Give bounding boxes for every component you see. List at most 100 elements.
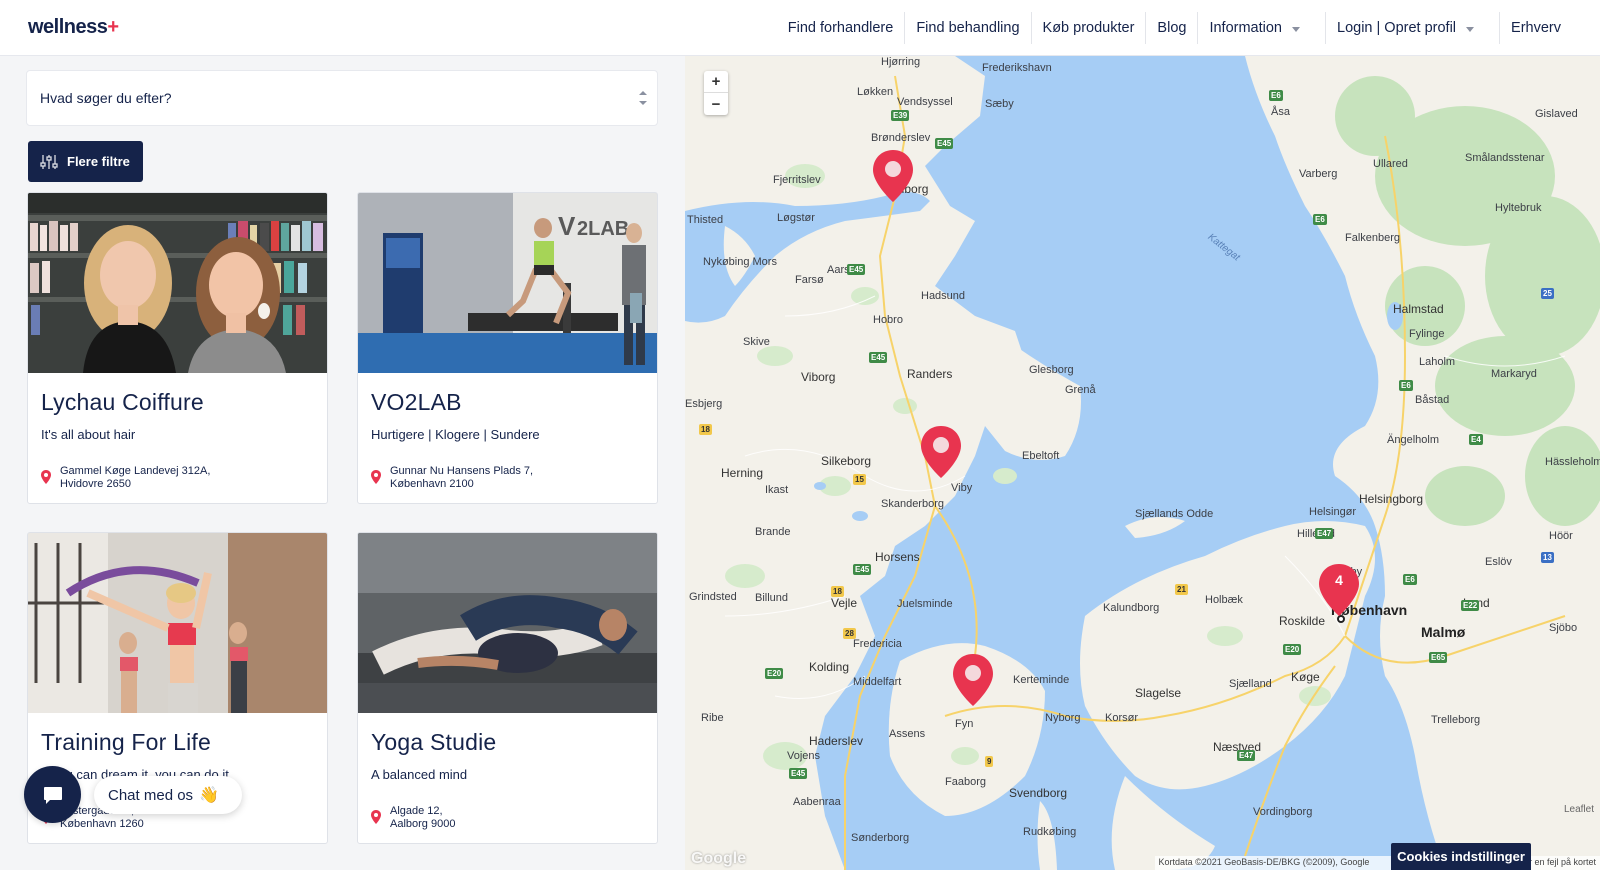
clinic-tagline: A balanced mind xyxy=(371,767,468,782)
map-marker[interactable] xyxy=(871,148,915,204)
map-label: Trelleborg xyxy=(1431,714,1481,726)
address-line: Gammel Køge Landevej 312A, xyxy=(60,465,211,477)
nav-information[interactable]: Information xyxy=(1197,12,1311,44)
nav-login[interactable]: Login | Opret profil xyxy=(1325,12,1485,44)
map-label: Smålandsstenar xyxy=(1465,152,1545,164)
chat-prompt[interactable]: Chat med os 👋 xyxy=(94,776,242,814)
clinic-address: Algade 12, Aalborg 9000 xyxy=(390,805,455,831)
map-label: Løkken xyxy=(857,86,894,98)
nav-erhverv[interactable]: Erhverv xyxy=(1499,12,1572,44)
map-label: Sønderborg xyxy=(851,832,910,844)
road-shield: E20 xyxy=(1283,644,1302,655)
map-label: Korsør xyxy=(1105,712,1138,724)
clinic-card[interactable]: Yoga Studie A balanced mind Algade 12, Aa… xyxy=(357,532,658,844)
map-label: Juelsminde xyxy=(897,598,953,610)
map-label: Billund xyxy=(755,592,789,604)
cluster-pin-icon xyxy=(1319,564,1359,616)
map[interactable]: + − Hjørring Frederikshavn Løkken Vendsy… xyxy=(685,56,1600,870)
chevron-down-icon xyxy=(1466,26,1475,32)
map-label: Nyborg xyxy=(1045,712,1081,724)
clinic-tagline: Hurtigere | Klogere | Sundere xyxy=(371,427,540,442)
clinic-title[interactable]: VO2LAB xyxy=(371,389,462,416)
nav-find-forhandlere[interactable]: Find forhandlere xyxy=(777,12,905,44)
map-label: Fyn xyxy=(955,718,974,730)
map-label: Ängelholm xyxy=(1387,434,1439,446)
map-label: Hyltebruk xyxy=(1495,202,1542,214)
map-label: Skanderborg xyxy=(881,498,944,510)
clinic-title[interactable]: Lychau Coiffure xyxy=(41,389,204,416)
map-label: Thisted xyxy=(687,214,724,226)
nav-label: Information xyxy=(1209,20,1282,36)
road-shield: E4 xyxy=(1469,434,1483,445)
map-label: Ebeltoft xyxy=(1022,450,1060,462)
road-shield: 28 xyxy=(843,628,856,639)
map-label: Vendsyssel xyxy=(897,96,953,108)
address-line: Aalborg 9000 xyxy=(390,818,456,830)
road-shield: E45 xyxy=(853,564,872,575)
map-label: Brande xyxy=(755,526,791,538)
map-label: Grindsted xyxy=(689,591,737,603)
clinic-address: Gunnar Nu Hansens Plads 7, København 2100 xyxy=(390,465,533,491)
search-select[interactable]: Hvad søger du efter? xyxy=(26,70,658,126)
road-shield: E45 xyxy=(847,264,866,275)
map-label: Grenå xyxy=(1065,384,1096,396)
clinic-image xyxy=(28,533,327,713)
search-select-value: Hvad søger du efter? xyxy=(40,90,172,106)
clinic-image xyxy=(358,533,657,713)
map-attribution: Kortdata ©2021 GeoBasis-DE/BKG (©2009), … xyxy=(1154,856,1600,870)
clinic-title[interactable]: Training For Life xyxy=(41,729,211,756)
more-filters-button[interactable]: Flere filtre xyxy=(28,141,143,182)
map-label: Hässleholm xyxy=(1545,456,1600,468)
main-nav: Find forhandlere Find behandling Køb pro… xyxy=(777,0,1572,56)
map-label: Holbæk xyxy=(1205,594,1243,606)
map-label: Haderslev xyxy=(809,734,864,748)
map-label: Eslöv xyxy=(1485,556,1512,568)
address-line: Algade 12, xyxy=(390,805,443,817)
nav-koeb-produkter[interactable]: Køb produkter xyxy=(1030,12,1146,44)
more-filters-label: Flere filtre xyxy=(67,154,130,169)
nav-label: Erhverv xyxy=(1511,20,1561,36)
nav-label: Blog xyxy=(1157,20,1187,36)
zoom-in-button[interactable]: + xyxy=(704,71,728,93)
map-label: Gislaved xyxy=(1535,108,1578,120)
map-label: Sjælland xyxy=(1229,678,1272,690)
map-label: Farsø xyxy=(795,274,824,286)
nav-label: Køb produkter xyxy=(1042,20,1135,36)
zoom-out-button[interactable]: − xyxy=(704,93,728,115)
map-label: Ribe xyxy=(701,712,724,724)
road-shield: E6 xyxy=(1269,90,1283,101)
site-header: wellness+ Find forhandlere Find behandli… xyxy=(0,0,1600,56)
nav-find-behandling[interactable]: Find behandling xyxy=(904,12,1030,44)
map-label: Glesborg xyxy=(1029,364,1074,376)
road-shield: 25 xyxy=(1541,288,1554,299)
road-shield: 21 xyxy=(1175,584,1188,595)
map-marker[interactable] xyxy=(919,424,963,480)
road-shield: E45 xyxy=(935,138,954,149)
clinic-image: V 2LAB xyxy=(358,193,657,373)
clinic-title[interactable]: Yoga Studie xyxy=(371,729,496,756)
svg-text:2LAB: 2LAB xyxy=(577,218,629,240)
map-label: Horsens xyxy=(875,550,920,564)
nav-blog[interactable]: Blog xyxy=(1145,12,1197,44)
road-shield: E47 xyxy=(1237,750,1256,761)
map-label: Vejle xyxy=(831,596,858,610)
clinic-card[interactable]: V 2LAB VO2LAB Hurtigere | Klogere | Sund… xyxy=(357,192,658,504)
map-label: Vojens xyxy=(787,750,821,762)
sliders-icon xyxy=(40,154,58,169)
map-marker[interactable] xyxy=(951,652,995,708)
brand-logo[interactable]: wellness+ xyxy=(28,16,119,39)
map-cluster-marker[interactable]: 4 xyxy=(1317,562,1361,618)
clinic-card[interactable]: Lychau Coiffure It's all about hair Gamm… xyxy=(27,192,328,504)
map-label: Höör xyxy=(1549,530,1573,542)
map-label: Frederikshavn xyxy=(982,62,1052,74)
location-pin-icon xyxy=(371,810,381,824)
map-label: Kolding xyxy=(809,660,850,674)
chat-launcher-button[interactable] xyxy=(24,766,81,823)
map-label: Brønderslev xyxy=(871,132,931,144)
leaflet-attribution[interactable]: Leaflet xyxy=(1564,804,1594,815)
google-logo: Google xyxy=(691,850,747,867)
chat-icon xyxy=(43,786,62,804)
cookie-settings-button[interactable]: Cookies indstillinger xyxy=(1391,843,1531,870)
map-label: Esbjerg xyxy=(685,398,723,410)
map-label: Skive xyxy=(743,336,770,348)
